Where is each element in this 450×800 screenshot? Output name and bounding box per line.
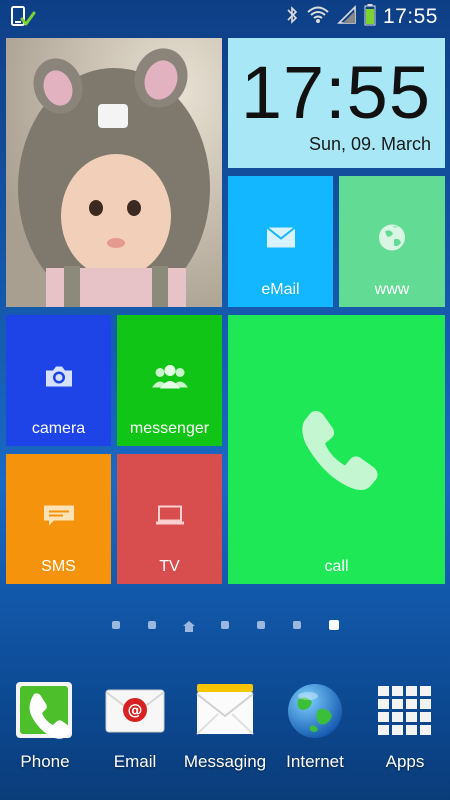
call-tile[interactable]: call — [228, 315, 445, 584]
dock-messaging-label: Messaging — [183, 752, 267, 771]
phone-app-icon — [14, 680, 76, 742]
messenger-tile-label: messenger — [129, 420, 210, 437]
usb-debug-icon — [8, 5, 38, 29]
messenger-tile[interactable]: messenger — [117, 315, 222, 446]
dock-internet[interactable]: Internet — [270, 676, 360, 800]
phone-handset-icon — [295, 407, 379, 496]
clock-widget[interactable]: 17:55 Sun, 09. March — [228, 38, 445, 168]
dock-email-label: Email — [113, 752, 157, 771]
home-page-icon[interactable] — [183, 619, 195, 637]
status-bar[interactable]: 17:55 — [0, 0, 450, 34]
dock: Phone @ Email Messaging Internet Apps — [0, 676, 450, 800]
status-time: 17:55 — [382, 5, 438, 28]
globe-icon — [377, 223, 407, 258]
www-tile-label: www — [374, 281, 410, 298]
page-dot[interactable] — [148, 621, 156, 629]
apps-grid-icon — [374, 680, 436, 742]
email-app-icon: @ — [104, 680, 166, 742]
photo-tile[interactable] — [6, 38, 222, 307]
svg-text:@: @ — [128, 701, 143, 719]
envelope-icon — [265, 226, 296, 254]
tv-tile[interactable]: TV — [117, 454, 222, 584]
tv-icon — [155, 505, 184, 531]
email-tile-label: eMail — [261, 281, 300, 298]
sms-tile-label: SMS — [41, 558, 76, 575]
page-indicator[interactable] — [0, 618, 450, 632]
people-icon — [151, 364, 189, 395]
page-dot[interactable] — [112, 621, 120, 629]
dock-apps-label: Apps — [385, 752, 425, 771]
camera-tile-label: camera — [31, 420, 86, 437]
call-tile-label: call — [324, 558, 349, 575]
dock-internet-label: Internet — [286, 752, 344, 771]
email-tile[interactable]: eMail — [228, 176, 333, 307]
dock-phone-label: Phone — [20, 752, 70, 771]
dock-messaging[interactable]: Messaging — [180, 676, 270, 800]
wifi-icon — [306, 5, 330, 30]
dock-apps[interactable]: Apps — [360, 676, 450, 800]
dock-phone[interactable]: Phone — [0, 676, 90, 800]
page-dot-active[interactable] — [329, 620, 339, 630]
baby-photo-icon — [6, 38, 222, 307]
clock-time: 17:55 — [240, 51, 431, 134]
www-tile[interactable]: www — [339, 176, 445, 307]
page-dot[interactable] — [257, 621, 265, 629]
sms-tile[interactable]: SMS — [6, 454, 111, 584]
dock-email[interactable]: @ Email — [90, 676, 180, 800]
bluetooth-icon — [285, 5, 299, 30]
page-dot[interactable] — [293, 621, 301, 629]
tv-tile-label: TV — [159, 558, 180, 575]
camera-tile[interactable]: camera — [6, 315, 111, 446]
messaging-app-icon — [194, 680, 256, 742]
camera-icon — [44, 365, 74, 394]
page-dot[interactable] — [221, 621, 229, 629]
clock-date: Sun, 09. March — [308, 134, 431, 154]
internet-app-icon — [284, 680, 346, 742]
battery-icon — [364, 3, 376, 31]
signal-icon — [337, 4, 357, 30]
sms-bubble-icon — [43, 505, 75, 532]
